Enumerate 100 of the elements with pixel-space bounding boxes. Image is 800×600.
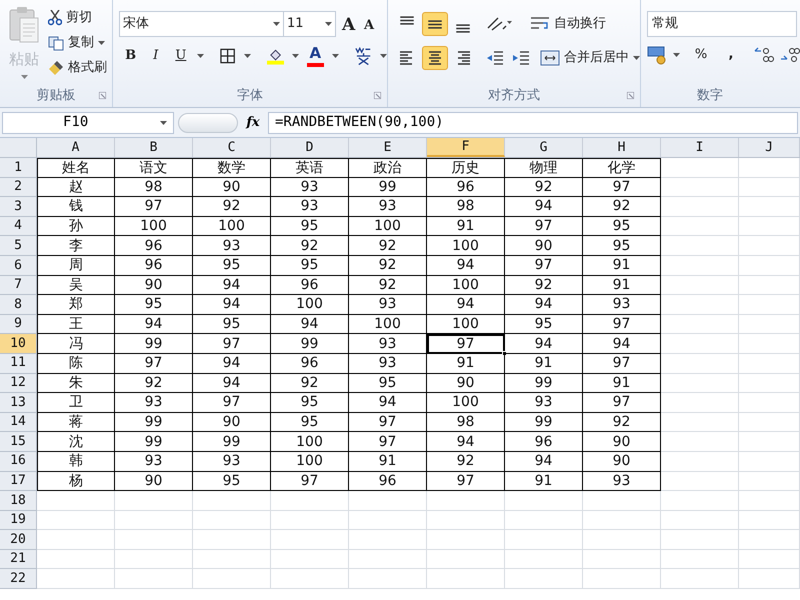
cell[interactable]: 100 bbox=[271, 432, 349, 452]
empty-cell[interactable] bbox=[739, 334, 800, 354]
cell[interactable]: 94 bbox=[193, 295, 271, 315]
cell[interactable]: 92 bbox=[271, 236, 349, 256]
column-header[interactable]: D bbox=[271, 138, 349, 157]
empty-cell[interactable] bbox=[505, 550, 583, 570]
cell[interactable]: 94 bbox=[505, 334, 583, 354]
cell[interactable]: 99 bbox=[115, 432, 193, 452]
cell[interactable]: 97 bbox=[115, 354, 193, 374]
empty-cell[interactable] bbox=[115, 550, 193, 570]
grow-font-button[interactable]: A bbox=[342, 13, 364, 35]
empty-cell[interactable] bbox=[505, 569, 583, 590]
cell[interactable]: 91 bbox=[427, 216, 505, 236]
row-header[interactable]: 3 bbox=[0, 197, 37, 217]
cell[interactable]: 100 bbox=[193, 216, 271, 236]
empty-cell[interactable] bbox=[427, 550, 505, 570]
number-format-field[interactable]: 常规 bbox=[647, 11, 797, 37]
decrease-decimal-icon[interactable] bbox=[780, 46, 800, 64]
cell[interactable]: 97 bbox=[427, 334, 505, 354]
empty-cell[interactable] bbox=[661, 276, 739, 296]
empty-cell[interactable] bbox=[349, 491, 427, 511]
format-painter-button[interactable]: 格式刷 bbox=[48, 57, 107, 79]
cell[interactable]: 91 bbox=[505, 354, 583, 374]
cell[interactable]: 92 bbox=[583, 412, 661, 432]
cell[interactable]: 93 bbox=[505, 393, 583, 413]
empty-cell[interactable] bbox=[739, 432, 800, 452]
empty-cell[interactable] bbox=[739, 314, 800, 334]
empty-cell[interactable] bbox=[661, 510, 739, 530]
cell[interactable]: 97 bbox=[505, 216, 583, 236]
cut-button[interactable]: 剪切 bbox=[48, 7, 107, 29]
row-header[interactable]: 10 bbox=[0, 334, 37, 354]
empty-cell[interactable] bbox=[739, 452, 800, 472]
cell[interactable]: 95 bbox=[271, 412, 349, 432]
empty-cell[interactable] bbox=[661, 295, 739, 315]
cell[interactable]: 99 bbox=[505, 374, 583, 394]
cell[interactable]: 94 bbox=[505, 197, 583, 217]
cell[interactable]: 95 bbox=[115, 295, 193, 315]
cell[interactable]: 93 bbox=[349, 197, 427, 217]
cell[interactable]: 95 bbox=[583, 236, 661, 256]
cell[interactable]: 英语 bbox=[271, 158, 349, 178]
cell[interactable]: 99 bbox=[349, 178, 427, 198]
empty-cell[interactable] bbox=[661, 334, 739, 354]
cell[interactable]: 93 bbox=[349, 354, 427, 374]
empty-cell[interactable] bbox=[193, 510, 271, 530]
row-header[interactable]: 22 bbox=[0, 569, 37, 590]
cell[interactable]: 94 bbox=[427, 295, 505, 315]
cell[interactable]: 93 bbox=[193, 236, 271, 256]
cell[interactable]: 99 bbox=[271, 334, 349, 354]
cell[interactable]: 100 bbox=[427, 314, 505, 334]
cell[interactable]: 93 bbox=[115, 393, 193, 413]
cell[interactable]: 冯 bbox=[37, 334, 115, 354]
empty-cell[interactable] bbox=[739, 550, 800, 570]
cell[interactable]: 95 bbox=[349, 374, 427, 394]
cell[interactable]: 97 bbox=[349, 412, 427, 432]
empty-cell[interactable] bbox=[505, 510, 583, 530]
cell[interactable]: 96 bbox=[115, 256, 193, 276]
row-header[interactable]: 5 bbox=[0, 236, 37, 256]
font-color-button[interactable]: A bbox=[306, 45, 324, 67]
cell[interactable]: 100 bbox=[349, 216, 427, 236]
empty-cell[interactable] bbox=[505, 530, 583, 550]
cell[interactable]: 90 bbox=[583, 452, 661, 472]
empty-cell[interactable] bbox=[739, 530, 800, 550]
cell[interactable]: 90 bbox=[583, 432, 661, 452]
cell[interactable]: 98 bbox=[427, 197, 505, 217]
cell[interactable]: 97 bbox=[349, 432, 427, 452]
decrease-indent-icon[interactable] bbox=[486, 50, 504, 66]
bold-button[interactable]: B bbox=[122, 45, 140, 67]
cell[interactable]: 99 bbox=[115, 412, 193, 432]
empty-cell[interactable] bbox=[739, 510, 800, 530]
row-header[interactable]: 9 bbox=[0, 314, 37, 334]
cell[interactable]: 杨 bbox=[37, 472, 115, 492]
increase-indent-icon[interactable] bbox=[512, 50, 530, 66]
formula-input[interactable]: =RANDBETWEEN(90,100) bbox=[268, 112, 798, 134]
cell[interactable]: 97 bbox=[193, 334, 271, 354]
empty-cell[interactable] bbox=[661, 178, 739, 198]
shrink-font-button[interactable]: A bbox=[364, 13, 384, 35]
cell[interactable]: 97 bbox=[427, 472, 505, 492]
row-header[interactable]: 4 bbox=[0, 216, 37, 236]
cell[interactable]: 郑 bbox=[37, 295, 115, 315]
empty-cell[interactable] bbox=[661, 236, 739, 256]
empty-cell[interactable] bbox=[271, 569, 349, 590]
cell[interactable]: 90 bbox=[193, 412, 271, 432]
empty-cell[interactable] bbox=[739, 491, 800, 511]
empty-cell[interactable] bbox=[739, 216, 800, 236]
cell[interactable]: 97 bbox=[583, 178, 661, 198]
cell[interactable]: 98 bbox=[115, 178, 193, 198]
cell[interactable]: 95 bbox=[583, 216, 661, 236]
empty-cell[interactable] bbox=[583, 510, 661, 530]
cell[interactable]: 赵 bbox=[37, 178, 115, 198]
empty-cell[interactable] bbox=[739, 256, 800, 276]
cell[interactable]: 91 bbox=[583, 374, 661, 394]
empty-cell[interactable] bbox=[739, 393, 800, 413]
empty-cell[interactable] bbox=[583, 550, 661, 570]
cell[interactable]: 92 bbox=[427, 452, 505, 472]
row-header[interactable]: 13 bbox=[0, 393, 37, 413]
cell[interactable]: 92 bbox=[505, 178, 583, 198]
empty-cell[interactable] bbox=[583, 530, 661, 550]
cell[interactable]: 化学 bbox=[583, 158, 661, 178]
empty-cell[interactable] bbox=[739, 472, 800, 492]
cell[interactable]: 94 bbox=[427, 256, 505, 276]
